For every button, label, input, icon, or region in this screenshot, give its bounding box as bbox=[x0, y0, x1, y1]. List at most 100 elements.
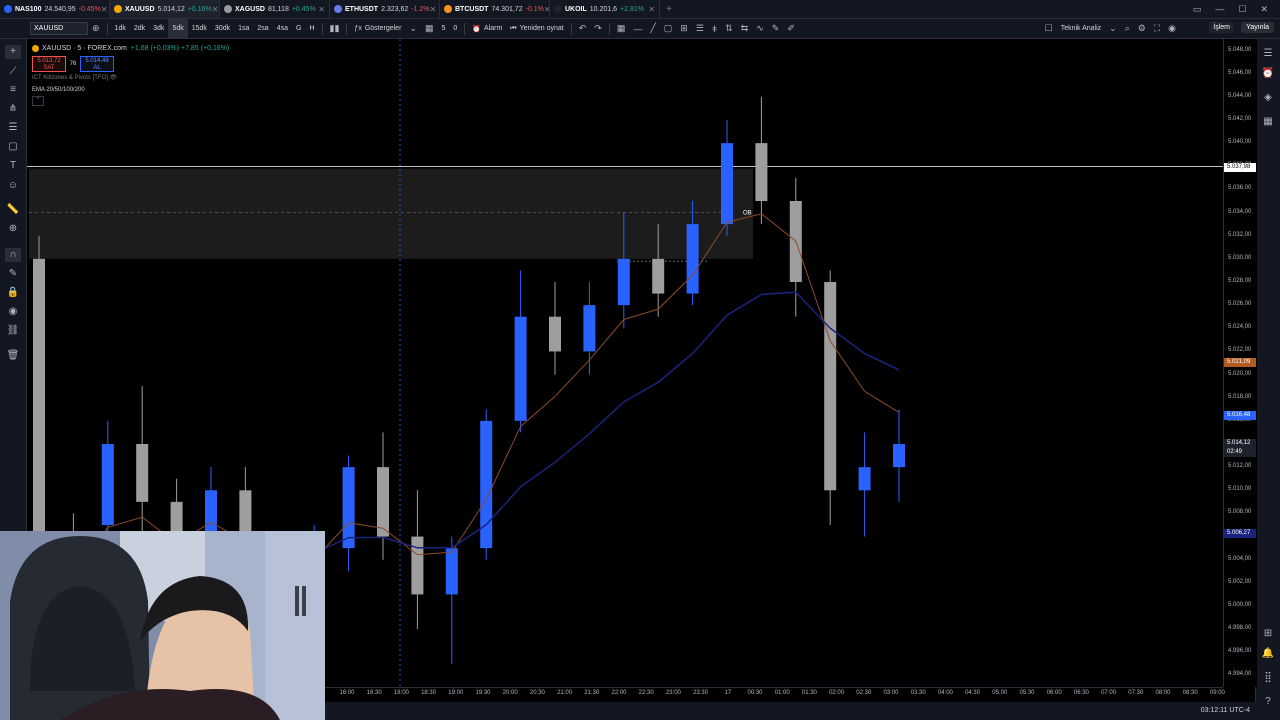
interval-1dk[interactable]: 1dk bbox=[111, 19, 130, 38]
trade-button[interactable]: İşlem bbox=[1209, 22, 1234, 33]
sell-button[interactable]: 5.013,72 SAT bbox=[32, 56, 66, 72]
hlines-icon[interactable]: ≡ bbox=[5, 83, 21, 97]
magnet-icon[interactable]: ∩ bbox=[5, 248, 21, 262]
apps-icon[interactable]: ⣿ bbox=[1261, 671, 1275, 685]
tab-ukoil[interactable]: UKOIL 10.201,6 +2.81% ✕ bbox=[550, 0, 660, 18]
notifications-icon[interactable]: 🔔 bbox=[1261, 647, 1275, 661]
publish-button[interactable]: Yayınla bbox=[1241, 22, 1274, 33]
text-tool-icon[interactable]: T bbox=[5, 159, 21, 173]
tab-xagusd[interactable]: XAGUSD 81,118 +0.45% ✕ bbox=[220, 0, 330, 18]
crosshair-icon[interactable]: + bbox=[5, 45, 21, 59]
indicator-ema[interactable]: EMA 20/50/100/200 bbox=[32, 84, 229, 96]
wave-icon[interactable]: ∿ bbox=[752, 23, 768, 34]
candle-type-icon[interactable]: ▮▮ bbox=[326, 23, 344, 34]
order-block-zone bbox=[29, 168, 753, 259]
undo-icon[interactable]: ↶ bbox=[575, 23, 591, 34]
measure-icon[interactable]: ⇆ bbox=[737, 23, 753, 34]
time-tick-label: 23:30 bbox=[693, 690, 709, 696]
gear-icon[interactable]: ⚙ bbox=[1134, 23, 1150, 34]
interval-15dk[interactable]: 15dk bbox=[188, 19, 211, 38]
grid-icon[interactable]: ▦ bbox=[613, 23, 630, 34]
indicator-killzones[interactable]: ICT Killzones & Pivots [TFO] 👁 bbox=[32, 72, 229, 84]
alerts-icon[interactable]: ⏰ bbox=[1261, 67, 1275, 81]
buy-button[interactable]: 5.014,48 AL bbox=[80, 56, 114, 72]
interval-G[interactable]: G bbox=[292, 19, 305, 38]
pen-icon[interactable]: ✐ bbox=[783, 23, 799, 34]
horizontal-line-icon[interactable]: — bbox=[629, 24, 646, 34]
tab-xauusd[interactable]: XAUUSD 5.014,12 +0.16% ✕ bbox=[110, 0, 220, 18]
close-tab-icon[interactable]: ✕ bbox=[318, 5, 325, 14]
tech-analysis-checkbox[interactable]: ☐ bbox=[1041, 23, 1057, 34]
interval-4sa[interactable]: 4sa bbox=[273, 19, 292, 38]
interval-3dk[interactable]: 3dk bbox=[149, 19, 168, 38]
data-window-icon[interactable]: ▦ bbox=[1261, 115, 1275, 129]
tab-ethusdt[interactable]: ETHUSDT 2.323,62 -1.2% ✕ bbox=[330, 0, 440, 18]
interval-2sa[interactable]: 2sa bbox=[253, 19, 272, 38]
brush-icon[interactable]: ✎ bbox=[768, 23, 784, 34]
interval-5dk[interactable]: 5dk bbox=[168, 19, 188, 38]
close-tab-icon[interactable]: ✕ bbox=[101, 5, 108, 14]
emoji-icon[interactable]: ☺ bbox=[5, 179, 21, 193]
close-tab-icon[interactable]: ✕ bbox=[648, 5, 655, 14]
time-tick-label: 08:30 bbox=[1182, 690, 1198, 696]
line-tool-icon[interactable]: ⟋ bbox=[5, 65, 21, 79]
redo-icon[interactable]: ↷ bbox=[590, 23, 606, 34]
tab-btcusdt[interactable]: BTCUSDT 74.301,72 -0.1% ✕ bbox=[440, 0, 550, 18]
fib-tool-icon[interactable]: ☰ bbox=[5, 121, 21, 135]
minimize-button[interactable]: — bbox=[1215, 4, 1224, 14]
draw-mode-icon[interactable]: ✎ bbox=[5, 267, 21, 281]
interval-2dk[interactable]: 2dk bbox=[130, 19, 149, 38]
candle-body bbox=[583, 305, 596, 352]
chevron-down-icon[interactable]: ⌄ bbox=[1105, 23, 1121, 34]
interval-1sa[interactable]: 1sa bbox=[234, 19, 253, 38]
position-icon[interactable]: ⇅ bbox=[721, 23, 737, 34]
visibility-icon[interactable]: ◉ bbox=[5, 305, 21, 319]
collapse-legend-button[interactable]: ^ bbox=[32, 96, 44, 106]
alarm-button[interactable]: ⏰ Alarm bbox=[468, 19, 506, 38]
add-tab-button[interactable]: + bbox=[660, 4, 678, 15]
zoom-icon[interactable]: ⊕ bbox=[5, 222, 21, 236]
close-window-button[interactable]: ✕ bbox=[1260, 4, 1268, 15]
fib-icon[interactable]: ǂ bbox=[708, 24, 721, 34]
candle-body bbox=[617, 258, 630, 306]
price-axis[interactable]: 5.048,00 5.046,00 5.044,00 5.042,00 5.040,00… bbox=[1223, 39, 1257, 687]
watchlist-icon[interactable]: ☰ bbox=[1261, 47, 1275, 61]
clock[interactable]: 03:12:11 UTC-4 bbox=[1201, 707, 1250, 714]
time-tick-label: 03:30 bbox=[910, 690, 926, 696]
time-tick-label: 05:00 bbox=[992, 690, 1008, 696]
compare-icon[interactable]: ⊕ bbox=[88, 23, 104, 34]
calculator-icon[interactable]: ⊞ bbox=[1261, 627, 1275, 641]
tab-value: 24.540,95 bbox=[44, 5, 76, 13]
interval-30dk[interactable]: 30dk bbox=[211, 19, 234, 38]
close-tab-icon[interactable]: ✕ bbox=[430, 5, 437, 14]
fullscreen-icon[interactable]: ⛶ bbox=[1150, 23, 1164, 34]
lock-icon[interactable]: 🔒 bbox=[5, 286, 21, 300]
search-icon[interactable]: ⌕ bbox=[1121, 23, 1134, 34]
rectangle-icon[interactable]: ▢ bbox=[660, 23, 677, 34]
symbol-search-input[interactable]: XAUUSD bbox=[30, 22, 88, 35]
interval-H[interactable]: H bbox=[305, 19, 318, 38]
indicators-button[interactable]: ƒx Göstergeler bbox=[350, 19, 405, 38]
layout-grid-icon[interactable]: ⊞ bbox=[676, 23, 692, 34]
shape-tool-icon[interactable]: ▢ bbox=[5, 140, 21, 154]
layers-icon[interactable]: ◈ bbox=[1261, 91, 1275, 105]
link-icon[interactable]: ⛓ bbox=[5, 324, 21, 338]
trend-line-icon[interactable]: ╱ bbox=[646, 23, 659, 34]
time-tick-label: 20:00 bbox=[502, 690, 518, 696]
ruler-icon[interactable]: 📏 bbox=[5, 203, 21, 217]
pitchfork-icon[interactable]: ⋔ bbox=[5, 102, 21, 116]
price-tick-label: 5.044,00 bbox=[1228, 92, 1252, 99]
replay-button[interactable]: ⏮ Yeniden oynat bbox=[506, 19, 567, 38]
eye-icon[interactable]: 👁 bbox=[110, 75, 118, 81]
tab-nas100[interactable]: NAS100 24.540,95 -0.45% ✕ bbox=[0, 0, 110, 18]
layout-icon[interactable]: ▭ bbox=[1193, 4, 1202, 15]
list-icon[interactable]: ☰ bbox=[692, 23, 708, 34]
help-icon[interactable]: ? bbox=[1261, 695, 1275, 709]
maximize-button[interactable]: ☐ bbox=[1238, 4, 1246, 15]
templates-icon[interactable]: ▦ bbox=[421, 23, 438, 34]
close-tab-icon[interactable]: ✕ bbox=[212, 5, 219, 14]
trash-icon[interactable]: 🗑 bbox=[5, 349, 21, 363]
camera-icon[interactable]: ◉ bbox=[1164, 23, 1180, 34]
price-tick-label: 5.010,00 bbox=[1228, 486, 1252, 493]
chevron-down-icon[interactable]: ⌄ bbox=[405, 23, 421, 34]
